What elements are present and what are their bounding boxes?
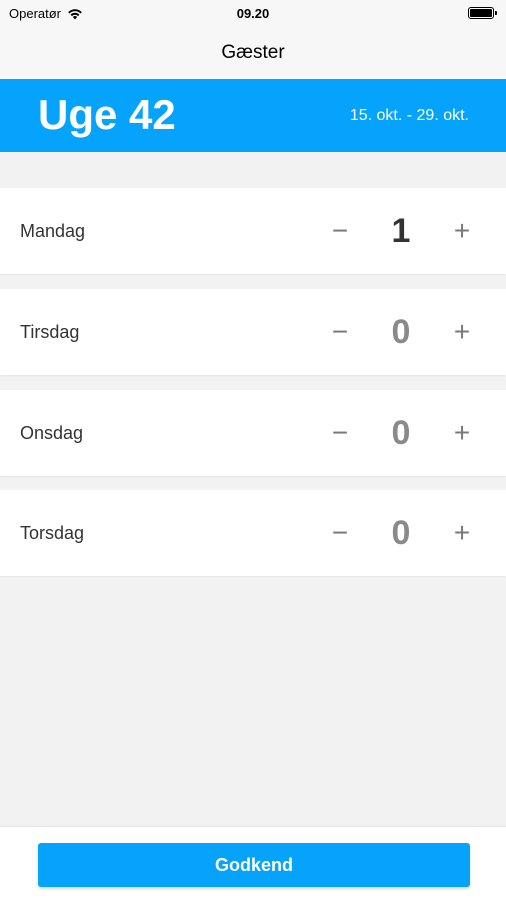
week-header: Uge 42 15. okt. - 29. okt.	[0, 79, 506, 152]
increment-button[interactable]: +	[442, 188, 482, 274]
day-row-tirsdag: Tirsdag − 0 +	[0, 289, 506, 375]
day-row-mandag: Mandag − 1 +	[0, 188, 506, 274]
navigation-bar: Gæster	[0, 26, 506, 79]
increment-button[interactable]: +	[442, 289, 482, 375]
day-row-torsdag: Torsdag − 0 +	[0, 490, 506, 576]
clock-time: 09.20	[236, 6, 270, 21]
week-date-range: 15. okt. - 29. okt.	[349, 107, 469, 124]
decrement-button[interactable]: −	[320, 390, 360, 476]
increment-button[interactable]: +	[442, 490, 482, 576]
day-row-onsdag: Onsdag − 0 +	[0, 390, 506, 476]
guest-count: 0	[391, 514, 411, 552]
approve-button[interactable]: Godkend	[38, 843, 470, 887]
decrement-button[interactable]: −	[320, 188, 360, 274]
day-label: Onsdag	[20, 423, 84, 443]
guest-count: 0	[391, 313, 411, 351]
battery-icon	[468, 7, 497, 19]
guest-count: 0	[391, 414, 411, 452]
footer-bar: Godkend	[0, 826, 506, 900]
week-title: Uge 42	[38, 91, 176, 138]
guest-count: 1	[391, 212, 411, 250]
status-bar: Operatør 09.20	[0, 0, 506, 26]
decrement-button[interactable]: −	[320, 490, 360, 576]
increment-button[interactable]: +	[442, 390, 482, 476]
decrement-button[interactable]: −	[320, 289, 360, 375]
day-label: Torsdag	[20, 523, 85, 543]
day-label: Mandag	[20, 221, 86, 241]
day-label: Tirsdag	[20, 322, 80, 342]
page-title: Gæster	[221, 41, 285, 63]
